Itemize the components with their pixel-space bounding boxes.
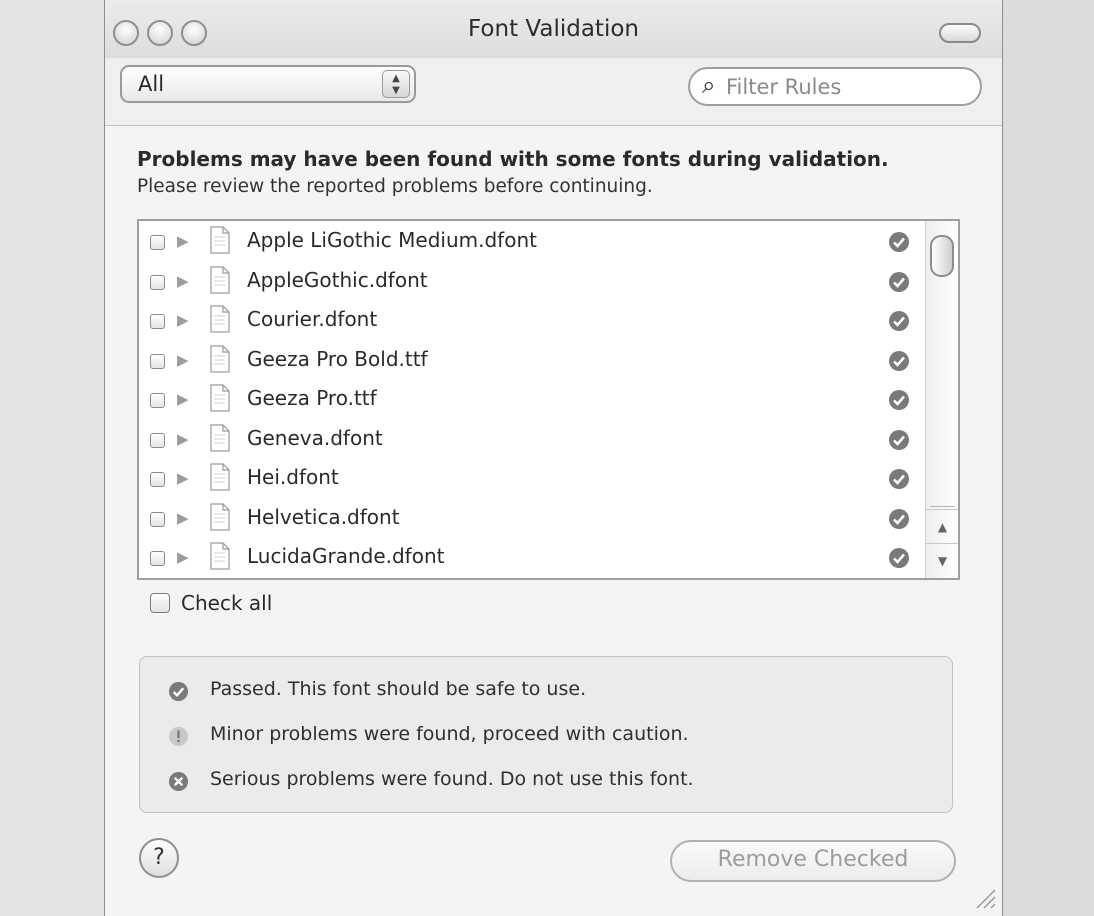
font-row-checkbox[interactable]: [150, 353, 165, 369]
font-row-checkbox[interactable]: [150, 511, 165, 527]
check-circle-icon: [889, 350, 909, 371]
font-row-name: Hei.dfont: [247, 465, 339, 489]
popup-arrows-icon: ▲ ▼: [382, 70, 410, 98]
font-row-checkbox[interactable]: [150, 314, 165, 329]
font-row[interactable]: ▶ Apple LiGothic Medium.dfont: [139, 222, 923, 262]
document-icon: [210, 265, 230, 294]
scroll-down-arrow-icon[interactable]: ▼: [926, 543, 958, 577]
title-bar[interactable]: Font Validation: [105, 0, 1002, 58]
font-row[interactable]: ▶ Hei.dfont: [139, 459, 923, 499]
check-circle-icon: [889, 508, 909, 529]
disclosure-triangle-icon[interactable]: ▶: [177, 509, 189, 527]
disclosure-triangle-icon[interactable]: ▶: [177, 469, 189, 487]
legend-text: Minor problems were found, proceed with …: [210, 723, 689, 745]
disclosure-triangle-icon[interactable]: ▶: [177, 548, 189, 566]
document-icon: [210, 384, 230, 412]
font-row[interactable]: ▶ Geeza Pro Bold.ttf: [139, 341, 923, 381]
check-all-checkbox[interactable]: [150, 593, 170, 613]
font-row[interactable]: ▶ AppleGothic.dfont: [139, 262, 923, 302]
font-row-name: Geeza Pro Bold.ttf: [247, 346, 428, 371]
disclosure-triangle-icon[interactable]: ▶: [177, 351, 189, 369]
font-row-name: Helvetica.dfont: [247, 504, 400, 529]
disclosure-triangle-icon[interactable]: ▶: [177, 272, 189, 290]
font-row-checkbox[interactable]: [150, 551, 165, 566]
legend-text: Serious problems were found. Do not use …: [210, 768, 694, 790]
document-icon: [210, 463, 230, 491]
font-row-name: Geeza Pro.ttf: [247, 386, 377, 410]
resize-grip-icon[interactable]: [967, 880, 997, 910]
document-icon: [210, 226, 230, 254]
document-icon: [210, 305, 230, 333]
disclosure-triangle-icon[interactable]: ▶: [177, 311, 189, 329]
legend-text: Passed. This font should be safe to use.: [210, 678, 587, 700]
scroll-up-arrow-icon[interactable]: ▲: [926, 509, 958, 543]
font-row[interactable]: ▶ Geneva.dfont: [139, 420, 923, 460]
font-row-name: Apple LiGothic Medium.dfont: [247, 228, 537, 252]
font-row-checkbox[interactable]: [150, 235, 165, 250]
font-validation-window: Font Validation All ▲▼ ⌕ Problems may ha…: [104, 0, 1003, 916]
problems-subheading: Please review the reported problems befo…: [137, 176, 653, 197]
check-circle-icon: [889, 232, 909, 252]
font-row[interactable]: ▶ Helvetica.dfont: [139, 499, 923, 539]
check-circle-icon: [889, 469, 909, 489]
filter-rules-input[interactable]: [726, 73, 966, 101]
remove-checked-button[interactable]: Remove Checked: [670, 840, 956, 882]
status-legend: Passed. This font should be safe to use.…: [139, 656, 953, 813]
check-circle-icon: [889, 311, 909, 331]
vertical-scrollbar[interactable]: ▲ ▼: [925, 221, 958, 578]
check-circle-icon: [168, 681, 189, 702]
font-row-name: LucidaGrande.dfont: [247, 544, 445, 568]
font-row[interactable]: ▶ Geeza Pro.ttf: [139, 380, 923, 420]
document-icon: [210, 542, 230, 570]
font-row-checkbox[interactable]: [150, 274, 165, 290]
document-icon: [210, 423, 230, 452]
check-circle-icon: [889, 271, 909, 292]
font-row[interactable]: ▶ Courier.dfont: [139, 301, 923, 341]
background-right: [1003, 0, 1094, 916]
font-row-name: Geneva.dfont: [247, 425, 383, 450]
x-circle-icon: [168, 771, 189, 792]
problems-heading: Problems may have been found with some f…: [137, 147, 889, 171]
magnifier-icon: ⌕: [702, 71, 716, 99]
filter-bar: All ▲ ▼ ⌕: [105, 58, 1002, 126]
font-list[interactable]: ▶ Apple LiGothic Medium.dfont ▶ AppleGothic…: [137, 219, 960, 580]
document-icon: [210, 502, 230, 531]
toolbar-toggle-button[interactable]: [939, 23, 981, 43]
help-button[interactable]: ?: [139, 838, 179, 878]
font-row-name: AppleGothic.dfont: [247, 267, 428, 292]
font-row-checkbox[interactable]: [150, 393, 165, 408]
disclosure-triangle-icon[interactable]: ▶: [177, 232, 189, 250]
filter-popup-value: All: [138, 72, 165, 96]
disclosure-triangle-icon[interactable]: ▶: [177, 430, 189, 448]
scrollbar-thumb[interactable]: [930, 235, 954, 277]
check-all-label[interactable]: Check all: [181, 591, 272, 615]
font-row-checkbox[interactable]: [150, 472, 165, 487]
exclamation-circle-icon: [168, 726, 189, 747]
filter-popup-button[interactable]: All ▲ ▼: [120, 65, 416, 103]
disclosure-triangle-icon[interactable]: ▶: [177, 390, 189, 408]
filter-rules-search[interactable]: ⌕: [688, 67, 982, 106]
check-circle-icon: [889, 429, 909, 450]
font-row-checkbox[interactable]: [150, 432, 165, 448]
font-row[interactable]: ▶ LucidaGrande.dfont: [139, 538, 923, 578]
check-circle-icon: [889, 390, 909, 410]
font-row-name: Courier.dfont: [247, 307, 378, 331]
background-left: [0, 0, 104, 916]
check-circle-icon: [889, 548, 909, 568]
document-icon: [210, 344, 230, 373]
scrollbar-track-end: [930, 491, 954, 507]
window-title: Font Validation: [468, 16, 639, 42]
